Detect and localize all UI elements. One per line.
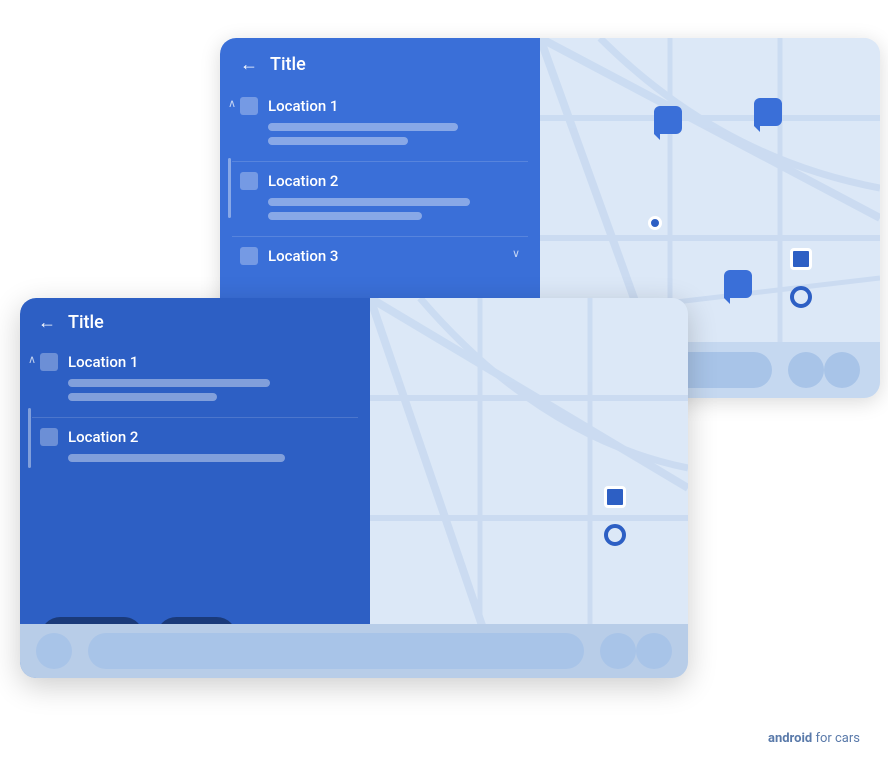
front-location-1-title: Location 1 [68,353,138,371]
front-map-marker-square [604,486,626,508]
back-scroll-indicator [228,158,231,218]
item-checkbox-1[interactable] [240,97,258,115]
list-item[interactable]: ∨ Location 3 [232,237,528,283]
front-nav-circle-1[interactable] [36,633,72,669]
front-card: ← Title ∧ Location 1 Location 2 [20,298,688,678]
location-1-bar-2 [268,137,408,145]
front-panel-list: ∧ Location 1 Location 2 [20,343,370,478]
front-location-1-bar-1 [68,379,270,387]
map-marker-speech-3 [724,270,752,298]
front-panel-title: Title [68,312,104,333]
front-back-arrow-icon[interactable]: ← [38,312,56,333]
map-marker-speech-1 [654,106,682,134]
list-item[interactable]: Location 2 [232,162,528,237]
front-item-checkbox-1[interactable] [40,353,58,371]
item-checkbox-3[interactable] [240,247,258,265]
front-scroll-indicator [28,408,31,468]
front-item-checkbox-2[interactable] [40,428,58,446]
front-nav-circle-2[interactable] [600,633,636,669]
nav-circle-2[interactable] [788,352,824,388]
location-3-title: Location 3 [268,247,338,265]
front-location-2-bar-1 [68,454,285,462]
map-marker-speech-2 [754,98,782,126]
item-checkbox-2[interactable] [240,172,258,190]
back-panel-list: ∧ Location 1 Location 2 ∨ [220,87,540,283]
front-bottom-nav [20,624,688,678]
list-item[interactable]: Location 2 [32,418,358,478]
front-location-2-title: Location 2 [68,428,138,446]
back-panel-header: ← Title [220,38,540,87]
map-marker-dot [648,216,662,230]
list-item[interactable]: ∧ Location 1 [32,343,358,418]
location-2-bar-2 [268,212,422,220]
location-2-title: Location 2 [268,172,338,190]
watermark: android for cars [768,731,860,746]
front-map-marker-ring [604,524,626,546]
front-nav-pill[interactable] [88,633,584,669]
location-1-bar-1 [268,123,458,131]
watermark-regular: for cars [812,731,860,746]
location-2-bar-1 [268,198,470,206]
front-location-1-bar-2 [68,393,217,401]
watermark-bold: android [768,731,812,746]
location-1-title: Location 1 [268,97,338,115]
map-marker-square-1 [790,248,812,270]
list-item[interactable]: ∧ Location 1 [232,87,528,162]
front-panel-header: ← Title [20,298,370,343]
front-panel: ← Title ∧ Location 1 Location 2 [20,298,370,678]
back-arrow-icon[interactable]: ← [240,54,258,75]
map-marker-ring-1 [790,286,812,308]
front-nav-circle-3[interactable] [636,633,672,669]
nav-circle-3[interactable] [824,352,860,388]
back-panel-title: Title [270,54,306,75]
